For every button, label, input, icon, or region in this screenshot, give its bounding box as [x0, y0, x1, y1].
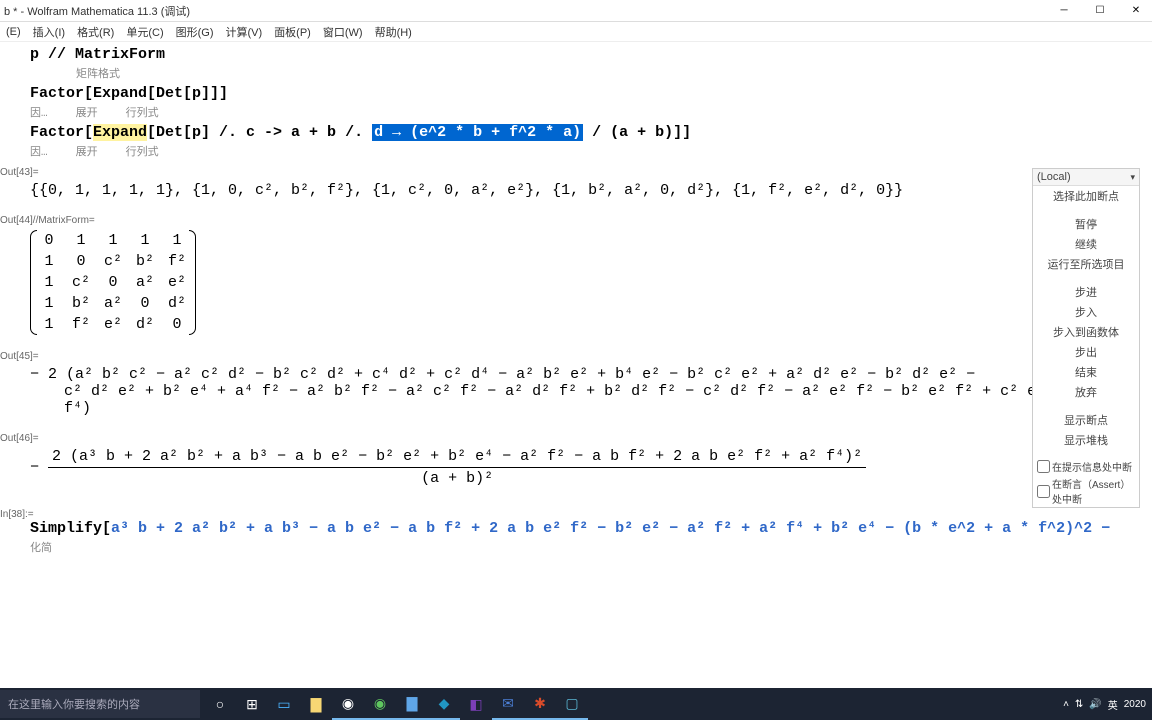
- input-cell-factor1[interactable]: Factor[Expand[Det[p]]] 因… 展开 行列式: [30, 85, 1152, 120]
- fraction: 2 (a³ b + 2 a² b² + a b³ − a b e² − b² e…: [48, 448, 866, 487]
- search-placeholder: 在这里输入你要搜索的内容: [8, 696, 140, 712]
- debug-step-in[interactable]: 步入: [1033, 302, 1139, 322]
- menu-bar: (E) 插入(I) 格式(R) 单元(C) 图形(G) 计算(V) 面板(P) …: [0, 22, 1152, 42]
- out46-label: Out[46]=: [0, 433, 1152, 444]
- onenote-icon[interactable]: ◧: [460, 688, 492, 720]
- hint-factor: 因…: [30, 143, 48, 159]
- debug-step-out[interactable]: 步出: [1033, 342, 1139, 362]
- debug-finish[interactable]: 结束: [1033, 362, 1139, 382]
- debug-step[interactable]: 步进: [1033, 282, 1139, 302]
- code-line[interactable]: Factor[Expand[Det[p]]]: [30, 85, 1152, 102]
- code-line[interactable]: Factor[Expand[Det[p] /. c -> a + b /. d …: [30, 124, 1152, 141]
- explorer-icon[interactable]: ▇: [300, 688, 332, 720]
- wechat-icon[interactable]: ◉: [364, 688, 396, 720]
- matrix-display: 0111110c²b²f²1c²0a²e²1b²a²0d²1f²e²d²0: [30, 230, 196, 335]
- ime-indicator[interactable]: 英: [1108, 697, 1118, 712]
- network-icon[interactable]: ⇅: [1075, 699, 1083, 710]
- menu-window[interactable]: 窗口(W): [321, 24, 365, 40]
- selected-text[interactable]: d → (e^2 * b + f^2 * a): [372, 124, 583, 141]
- task-view-icon[interactable]: ⊞: [236, 688, 268, 720]
- out43-output[interactable]: {{0, 1, 1, 1, 1}, {1, 0, c², b², f²}, {1…: [30, 182, 1152, 199]
- notebook-area[interactable]: p // MatrixForm 矩阵格式 Factor[Expand[Det[p…: [0, 42, 1152, 688]
- out44-matrix[interactable]: 0111110c²b²f²1c²0a²e²1b²a²0d²1f²e²d²0: [30, 230, 1152, 335]
- out45-output[interactable]: − 2 (a² b² c² − a² c² d² − b² c² d² + c⁴…: [30, 366, 1152, 417]
- code-line[interactable]: Simplify[a³ b + 2 a² b² + a b³ − a b e² …: [30, 520, 1152, 537]
- menu-cell[interactable]: 单元(C): [124, 24, 165, 40]
- mail-icon[interactable]: ✉: [492, 688, 524, 720]
- hint-det: 行列式: [126, 143, 159, 159]
- cortana-icon[interactable]: ○: [204, 688, 236, 720]
- hint-expand: 展开: [76, 104, 98, 120]
- tray-up-icon[interactable]: ˄: [1063, 699, 1069, 710]
- debug-check-msg[interactable]: 在提示信息处中断: [1033, 458, 1139, 475]
- debug-check-assert[interactable]: 在断言（Assert）处中断: [1033, 475, 1139, 507]
- search-input[interactable]: 在这里输入你要搜索的内容: [0, 690, 200, 718]
- in38-label: In[38]:=: [0, 509, 1152, 520]
- menu-format[interactable]: 格式(R): [75, 24, 116, 40]
- maximize-button[interactable]: ☐: [1088, 5, 1112, 16]
- input-cell-factor2[interactable]: Factor[Expand[Det[p] /. c -> a + b /. d …: [30, 124, 1152, 159]
- out46-output[interactable]: − 2 (a³ b + 2 a² b² + a b³ − a b e² − b²…: [30, 448, 1152, 487]
- notepad-icon[interactable]: ▇: [396, 688, 428, 720]
- menu-palettes[interactable]: 面板(P): [272, 24, 313, 40]
- app-icon-1[interactable]: ▭: [268, 688, 300, 720]
- vscode-icon[interactable]: ◆: [428, 688, 460, 720]
- menu-graphics[interactable]: 图形(G): [174, 24, 216, 40]
- mathematica-icon[interactable]: ✱: [524, 688, 556, 720]
- hint-simplify: 化简: [30, 539, 52, 555]
- debug-step-into-fn[interactable]: 步入到函数体: [1033, 322, 1139, 342]
- out43-label: Out[43]=: [0, 167, 1152, 178]
- input-cell-matrixform[interactable]: p // MatrixForm 矩阵格式: [30, 46, 1152, 81]
- input-cell-simplify[interactable]: Simplify[a³ b + 2 a² b² + a b³ − a b e² …: [30, 520, 1152, 555]
- debug-breakpoint[interactable]: 选择此加断点: [1033, 186, 1139, 206]
- chrome-icon[interactable]: ◉: [332, 688, 364, 720]
- out45-label: Out[45]=: [0, 351, 1152, 362]
- system-tray[interactable]: ˄ ⇅ 🔊 英 2020: [1063, 697, 1152, 712]
- debug-pause[interactable]: 暂停: [1033, 214, 1139, 234]
- debug-panel[interactable]: (Local)▾ 选择此加断点 暂停 继续 运行至所选项目 步进 步入 步入到函…: [1032, 168, 1140, 508]
- menu-evaluation[interactable]: 计算(V): [224, 24, 265, 40]
- app-title: b * - Wolfram Mathematica 11.3 (调试): [4, 3, 190, 19]
- volume-icon[interactable]: 🔊: [1089, 699, 1101, 710]
- hint-factor: 因…: [30, 104, 48, 120]
- out44-label: Out[44]//MatrixForm=: [0, 215, 1152, 226]
- code-line[interactable]: p // MatrixForm: [30, 46, 1152, 63]
- chevron-down-icon[interactable]: ▾: [1130, 172, 1135, 183]
- clock[interactable]: 2020: [1124, 699, 1146, 710]
- hint-det: 行列式: [126, 104, 159, 120]
- debug-run-to[interactable]: 运行至所选项目: [1033, 254, 1139, 274]
- debug-local[interactable]: (Local)▾: [1033, 169, 1139, 186]
- debug-show-bp[interactable]: 显示断点: [1033, 410, 1139, 430]
- debug-abort[interactable]: 放弃: [1033, 382, 1139, 402]
- taskbar: 在这里输入你要搜索的内容 ○ ⊞ ▭ ▇ ◉ ◉ ▇ ◆ ◧ ✉ ✱ ▢ ˄ ⇅…: [0, 688, 1152, 720]
- hint-matrixform: 矩阵格式: [76, 65, 120, 81]
- minimize-button[interactable]: ─: [1052, 5, 1076, 16]
- app-icon-2[interactable]: ▢: [556, 688, 588, 720]
- menu-edit[interactable]: (E): [4, 26, 23, 38]
- debug-continue[interactable]: 继续: [1033, 234, 1139, 254]
- close-button[interactable]: ✕: [1124, 5, 1148, 16]
- hint-expand: 展开: [76, 143, 98, 159]
- title-bar: b * - Wolfram Mathematica 11.3 (调试) ─ ☐ …: [0, 0, 1152, 22]
- menu-help[interactable]: 帮助(H): [373, 24, 414, 40]
- menu-insert[interactable]: 插入(I): [31, 24, 67, 40]
- debug-show-stack[interactable]: 显示堆栈: [1033, 430, 1139, 450]
